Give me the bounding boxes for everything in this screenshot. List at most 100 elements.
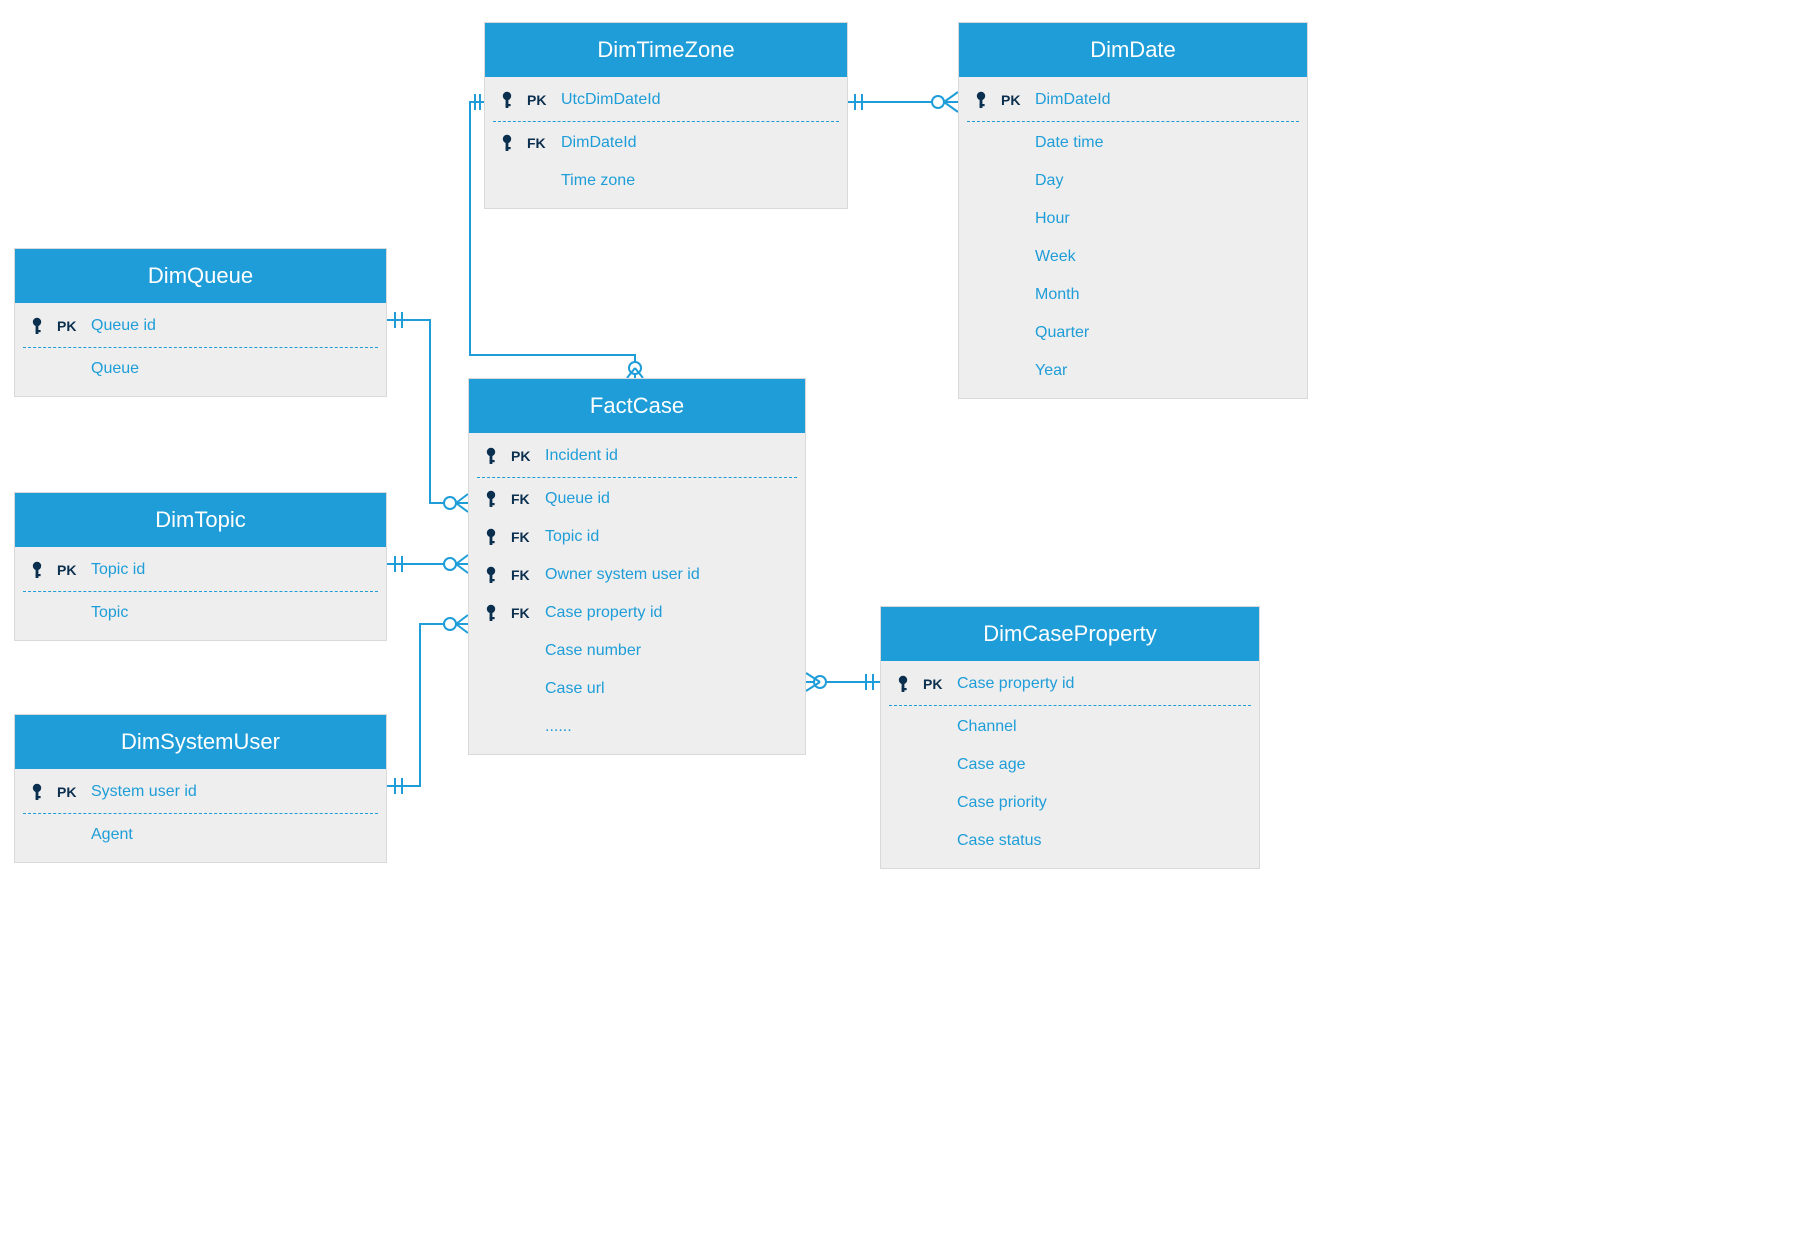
key-type: PK: [511, 448, 537, 464]
key-icon: [495, 91, 519, 109]
attribute-name: DimDateId: [1035, 91, 1293, 109]
table-title: DimTimeZone: [485, 23, 847, 77]
attribute-name: Date time: [1035, 134, 1293, 152]
table-row: Year: [959, 352, 1307, 390]
table-row: Week: [959, 238, 1307, 276]
table-row: Topic: [15, 594, 386, 632]
attribute-name: Case url: [545, 680, 791, 698]
attribute-name: ......: [545, 718, 791, 736]
key-type: FK: [511, 567, 537, 583]
attribute-name: Case number: [545, 642, 791, 660]
pk-separator: [967, 121, 1299, 122]
table-row: Case priority: [881, 784, 1259, 822]
table-factcase[interactable]: FactCase PK Incident id FK Queue id FK T…: [468, 378, 806, 755]
table-title: DimQueue: [15, 249, 386, 303]
attribute-name: DimDateId: [561, 134, 833, 152]
table-title: FactCase: [469, 379, 805, 433]
table-title: DimDate: [959, 23, 1307, 77]
key-icon: [479, 490, 503, 508]
pk-separator: [23, 591, 378, 592]
table-row: Day: [959, 162, 1307, 200]
pk-separator: [477, 477, 797, 478]
attribute-name: Month: [1035, 286, 1293, 304]
attribute-name: UtcDimDateId: [561, 91, 833, 109]
table-dimdate[interactable]: DimDate PK DimDateId Date time Day Hour …: [958, 22, 1308, 399]
attribute-name: Case property id: [957, 675, 1245, 693]
table-row: Agent: [15, 816, 386, 854]
key-icon: [25, 783, 49, 801]
table-row: Case status: [881, 822, 1259, 860]
attribute-name: Case priority: [957, 794, 1245, 812]
table-row: FK DimDateId: [485, 124, 847, 162]
table-title: DimSystemUser: [15, 715, 386, 769]
attribute-name: Agent: [91, 826, 372, 844]
attribute-name: Queue: [91, 360, 372, 378]
table-row: Month: [959, 276, 1307, 314]
attribute-name: Topic: [91, 604, 372, 622]
key-type: FK: [511, 529, 537, 545]
attribute-name: Queue id: [545, 490, 791, 508]
attribute-name: Hour: [1035, 210, 1293, 228]
table-row: PK Incident id: [469, 437, 805, 475]
key-icon: [891, 675, 915, 693]
key-icon: [479, 566, 503, 584]
table-row: Case url: [469, 670, 805, 708]
key-type: PK: [57, 784, 83, 800]
attribute-name: Topic id: [545, 528, 791, 546]
attribute-name: Incident id: [545, 447, 791, 465]
key-type: PK: [57, 562, 83, 578]
table-row: FK Case property id: [469, 594, 805, 632]
key-icon: [25, 561, 49, 579]
table-row: Case number: [469, 632, 805, 670]
attribute-name: Year: [1035, 362, 1293, 380]
attribute-name: Time zone: [561, 172, 833, 190]
attribute-name: Case property id: [545, 604, 791, 622]
table-row: PK DimDateId: [959, 81, 1307, 119]
table-row: Date time: [959, 124, 1307, 162]
key-type: PK: [57, 318, 83, 334]
key-icon: [495, 134, 519, 152]
table-dimtopic[interactable]: DimTopic PK Topic id Topic: [14, 492, 387, 641]
attribute-name: Quarter: [1035, 324, 1293, 342]
table-row: Queue: [15, 350, 386, 388]
key-icon: [479, 604, 503, 622]
key-type: PK: [527, 92, 553, 108]
key-icon: [25, 317, 49, 335]
table-row: FK Owner system user id: [469, 556, 805, 594]
key-icon: [479, 447, 503, 465]
table-dimtimezone[interactable]: DimTimeZone PK UtcDimDateId FK DimDateId…: [484, 22, 848, 209]
table-row: Case age: [881, 746, 1259, 784]
key-icon: [969, 91, 993, 109]
key-type: FK: [511, 491, 537, 507]
table-dimcaseproperty[interactable]: DimCaseProperty PK Case property id Chan…: [880, 606, 1260, 869]
key-type: FK: [527, 135, 553, 151]
table-title: DimTopic: [15, 493, 386, 547]
attribute-name: Week: [1035, 248, 1293, 266]
table-row: Time zone: [485, 162, 847, 200]
table-dimsystemuser[interactable]: DimSystemUser PK System user id Agent: [14, 714, 387, 863]
table-row: Hour: [959, 200, 1307, 238]
key-type: PK: [1001, 92, 1027, 108]
table-row: Quarter: [959, 314, 1307, 352]
table-row: PK System user id: [15, 773, 386, 811]
attribute-name: Case status: [957, 832, 1245, 850]
table-dimqueue[interactable]: DimQueue PK Queue id Queue: [14, 248, 387, 397]
table-row: FK Queue id: [469, 480, 805, 518]
table-row: FK Topic id: [469, 518, 805, 556]
attribute-name: Channel: [957, 718, 1245, 736]
attribute-name: Case age: [957, 756, 1245, 774]
pk-separator: [493, 121, 839, 122]
attribute-name: Queue id: [91, 317, 372, 335]
table-row: ......: [469, 708, 805, 746]
key-type: PK: [923, 676, 949, 692]
table-row: Channel: [881, 708, 1259, 746]
table-row: PK Queue id: [15, 307, 386, 345]
pk-separator: [889, 705, 1251, 706]
table-row: PK Case property id: [881, 665, 1259, 703]
attribute-name: System user id: [91, 783, 372, 801]
pk-separator: [23, 347, 378, 348]
attribute-name: Topic id: [91, 561, 372, 579]
table-row: PK Topic id: [15, 551, 386, 589]
attribute-name: Owner system user id: [545, 566, 791, 584]
attribute-name: Day: [1035, 172, 1293, 190]
